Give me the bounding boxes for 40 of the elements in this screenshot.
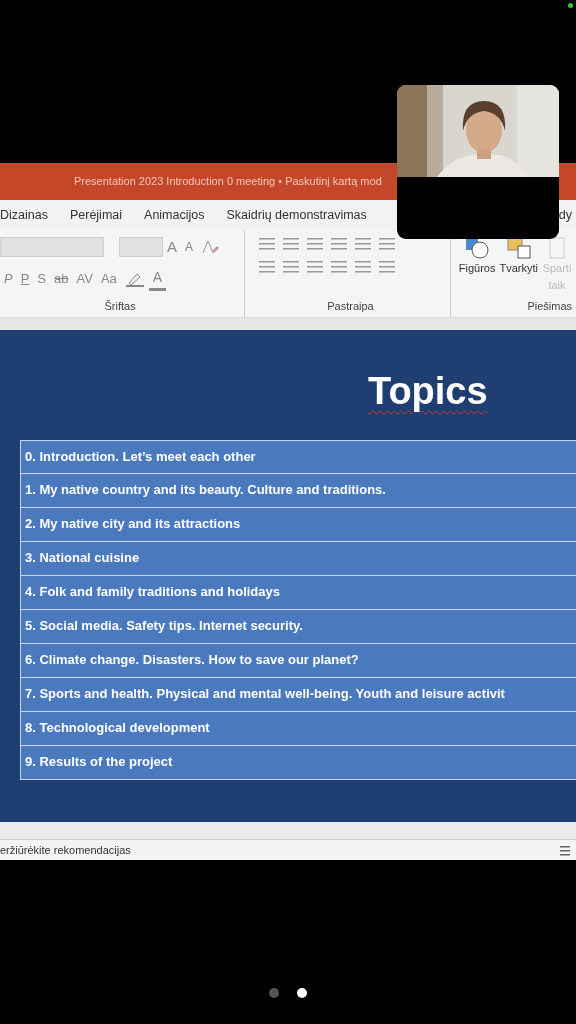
- font-color-button[interactable]: A: [148, 266, 167, 291]
- ribbon-tab[interactable]: dy: [558, 205, 573, 225]
- group-label: Šriftas: [103, 298, 137, 314]
- format-button[interactable]: Aa: [96, 268, 121, 289]
- table-cell: 0. Introduction. Let’s meet each other: [20, 440, 576, 474]
- table-cell: 8. Technological development: [20, 712, 576, 746]
- table-cell: 5. Social media. Safety tips. Internet security.: [20, 610, 576, 644]
- grow-font-button[interactable]: A: [163, 236, 181, 259]
- font-name-dropdown[interactable]: [0, 237, 104, 258]
- font-size-dropdown[interactable]: [119, 237, 163, 258]
- table-cell: 3. National cuisine: [20, 542, 576, 576]
- page-indicator-dot[interactable]: [297, 988, 307, 998]
- table-cell: 7. Sports and health. Physical and mental well-being. Youth and leisure activit: [20, 678, 576, 712]
- format-button[interactable]: S: [33, 268, 50, 289]
- slide-title: Topics: [368, 372, 488, 410]
- status-text: eržiūrėkite rekomendacijas: [0, 842, 131, 858]
- table-cell: 6. Climate change. Disasters. How to save our planet?: [20, 644, 576, 678]
- ribbon-button[interactable]: Figūros: [458, 236, 496, 277]
- format-button[interactable]: P: [0, 268, 17, 289]
- table-cell: 1. My native country and its beauty. Culture and traditions.: [20, 474, 576, 508]
- ribbon-tab[interactable]: Perėjimai: [69, 205, 123, 225]
- ribbon-tab[interactable]: Skaidrių demonstravimas: [226, 205, 367, 225]
- status-dot-icon: [568, 3, 573, 8]
- format-button[interactable]: P: [16, 268, 34, 289]
- table-cell: 4. Folk and family traditions and holidays: [20, 576, 576, 610]
- table-cell: 9. Results of the project: [20, 746, 576, 780]
- page-indicator-dot[interactable]: [269, 988, 279, 998]
- format-button[interactable]: ab: [50, 268, 73, 289]
- group-label: Piešimas: [526, 298, 572, 314]
- shrink-font-button[interactable]: A: [181, 238, 198, 257]
- group-label: Pastraipa: [326, 298, 375, 314]
- notes-icon[interactable]: [560, 844, 570, 856]
- align-left-icon[interactable]: [259, 259, 276, 274]
- window-title: Presentation 2023 Introduction 0 meeting • Paskutinį kartą mod: [74, 174, 382, 190]
- ribbon-tab[interactable]: Dizainas: [0, 205, 48, 225]
- justify-icon[interactable]: [331, 259, 348, 274]
- ribbon-tab[interactable]: Animacijos: [144, 205, 205, 225]
- format-button[interactable]: AV: [72, 268, 97, 289]
- ribbon-button[interactable]: Tvarkyti: [499, 236, 538, 277]
- table-cell: 2. My native city and its attractions: [20, 508, 576, 542]
